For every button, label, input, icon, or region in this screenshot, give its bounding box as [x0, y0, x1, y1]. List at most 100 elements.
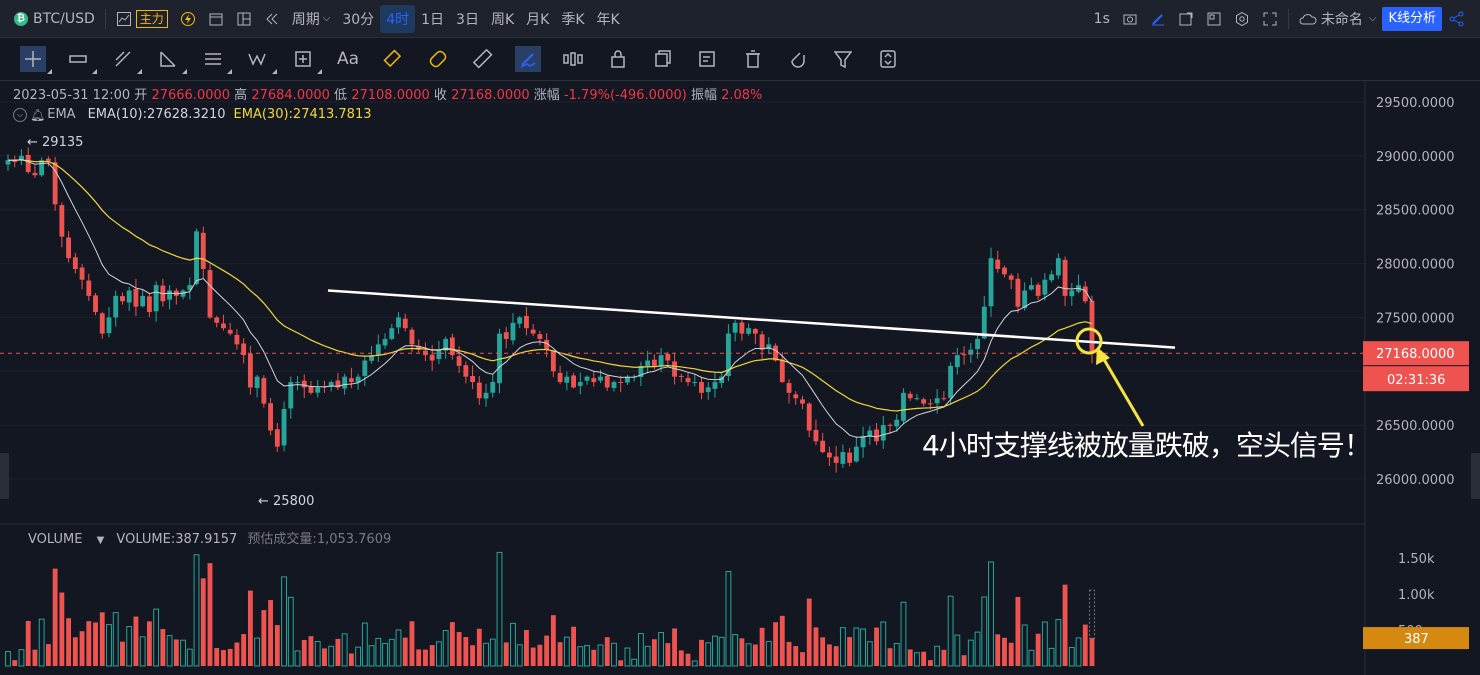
ruler-tool[interactable] — [470, 46, 496, 72]
trend-line[interactable] — [327, 289, 1176, 349]
volume-value: VOLUME:387.9157 — [116, 532, 238, 547]
candle-body — [550, 351, 556, 372]
volume-bar — [402, 637, 408, 666]
interval-week[interactable]: 周K — [485, 5, 520, 33]
refresh-rate[interactable]: 1s — [1088, 5, 1116, 33]
layout-button[interactable] — [230, 5, 258, 33]
period-dropdown[interactable]: 周期 ⌵ — [286, 5, 337, 33]
layout-icon — [237, 12, 251, 25]
marker-tool[interactable] — [425, 46, 451, 72]
crosshair-tool[interactable] — [20, 46, 52, 74]
volume-bar — [866, 641, 873, 667]
interval-1d[interactable]: 1日 — [415, 5, 450, 33]
volume-bar — [1089, 638, 1095, 666]
text-tool[interactable]: Aa — [335, 46, 361, 72]
est-volume-value: 1,053.7609 — [316, 532, 392, 547]
interval-year[interactable]: 年K — [591, 5, 626, 33]
lock-tool[interactable] — [605, 46, 631, 72]
volume-bar — [900, 601, 907, 667]
interval-3d[interactable]: 3日 — [450, 5, 485, 33]
volume-bar — [160, 629, 166, 666]
volume-bar — [510, 622, 516, 667]
candle-body — [308, 386, 314, 393]
volume-bar — [435, 641, 442, 667]
volume-bar — [571, 626, 576, 666]
volume-bar — [38, 618, 45, 667]
candle-body — [887, 424, 893, 426]
low-marker: ← 25800 — [258, 494, 314, 509]
interval-month[interactable]: 月K — [520, 5, 555, 33]
candle-body — [402, 318, 408, 329]
interval-30m[interactable]: 30分 — [336, 5, 380, 33]
highlighter-icon — [383, 49, 402, 68]
volume-bar — [712, 635, 718, 667]
filter-tool[interactable] — [830, 46, 856, 72]
volume-bar — [409, 621, 415, 666]
chevron-down-icon[interactable]: ▼ — [97, 535, 105, 546]
candle-body — [1089, 300, 1095, 354]
candle-body — [759, 334, 765, 350]
fullscreen-button[interactable] — [1256, 5, 1284, 33]
volume-bar — [66, 618, 72, 666]
symbol-selector[interactable]: ₿ BTC/USD — [8, 5, 101, 33]
highlight-tool[interactable] — [380, 46, 406, 72]
brush-icon — [520, 53, 536, 68]
candle-body — [1069, 290, 1075, 297]
candle-body — [651, 359, 657, 366]
template-button[interactable] — [1200, 5, 1228, 33]
dots-tool[interactable] — [65, 46, 97, 74]
candle-body — [476, 382, 482, 399]
candle-body — [577, 382, 583, 386]
replay-button[interactable] — [258, 5, 286, 33]
volume-bar — [516, 644, 523, 667]
magnet-icon — [791, 52, 805, 68]
flash-button[interactable] — [174, 5, 202, 33]
candle-body — [921, 399, 927, 404]
kline-analysis-button[interactable]: K线分析 — [1382, 6, 1442, 31]
candle-tool[interactable] — [560, 46, 586, 72]
volume-bar — [847, 637, 853, 666]
screenshot-button[interactable] — [1116, 5, 1144, 33]
measure-tool[interactable] — [290, 46, 322, 74]
delete-tool[interactable] — [740, 46, 766, 72]
volume-bar — [557, 642, 563, 666]
note-tool[interactable] — [695, 46, 721, 72]
candle-body — [941, 398, 947, 400]
right-panel-handle[interactable] — [1471, 453, 1480, 499]
copy-tool[interactable] — [650, 46, 676, 72]
share-button[interactable] — [1442, 5, 1472, 33]
interval-quarter[interactable]: 季K — [555, 5, 590, 33]
settings-button[interactable] — [1228, 5, 1256, 33]
angle-tool[interactable] — [155, 46, 187, 74]
calendar-button[interactable] — [202, 5, 230, 33]
estimated-volume-bar — [1089, 589, 1095, 639]
sync-tool[interactable] — [875, 46, 901, 72]
interval-4h[interactable]: 4时 — [380, 4, 416, 33]
left-panel-handle[interactable] — [0, 453, 9, 499]
price-chart[interactable]: 29500.0000 29000.0000 28500.0000 28000.0000… — [0, 81, 1480, 675]
parallel-tool[interactable] — [200, 46, 232, 74]
wave-tool[interactable] — [245, 46, 277, 74]
candle-body — [167, 290, 173, 300]
draw-button[interactable] — [1144, 5, 1172, 33]
est-volume-label: 预估成交量: — [247, 532, 317, 547]
volume-bar — [961, 655, 967, 666]
volume-bar — [1028, 649, 1035, 667]
volume-bar — [348, 653, 354, 666]
candle-body — [537, 334, 543, 339]
fullscreen-icon — [1263, 12, 1277, 25]
candle-body — [140, 295, 146, 307]
export-button[interactable] — [1172, 5, 1200, 33]
layout-name-dropdown[interactable]: 未命名 ⌵ — [1293, 5, 1383, 33]
volume-bar — [1082, 624, 1088, 666]
trendline-tool[interactable] — [110, 46, 142, 74]
magnet-tool[interactable] — [785, 46, 811, 72]
calendar-icon — [209, 13, 223, 25]
volume-bar — [221, 650, 226, 666]
volume-label[interactable]: VOLUME — [28, 532, 82, 547]
brush-tool[interactable] — [515, 46, 541, 72]
candle-body — [786, 383, 792, 393]
candle-body — [470, 375, 475, 383]
indicator-main-button[interactable]: 主力 — [110, 5, 174, 33]
candle-body — [375, 344, 381, 356]
